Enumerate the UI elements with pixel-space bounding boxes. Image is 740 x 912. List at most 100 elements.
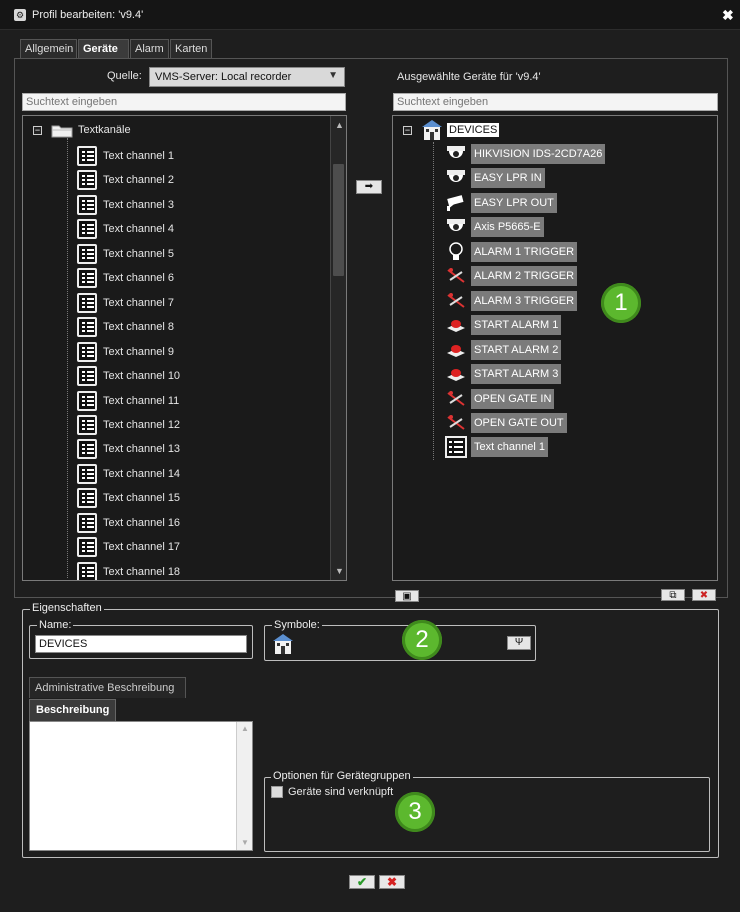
device-label: ALARM 2 TRIGGER	[471, 266, 578, 287]
left-search-input[interactable]	[22, 93, 346, 111]
collapse-toggle-icon[interactable]: −	[33, 126, 42, 135]
text-channel-icon	[77, 146, 97, 166]
tab-karten[interactable]: Karten	[170, 39, 212, 58]
text-channel-label: Text channel 18	[103, 565, 181, 578]
text-channel-row[interactable]: Text channel 11	[77, 389, 179, 413]
device-row[interactable]: Text channel 1	[445, 435, 548, 459]
text-channel-row[interactable]: Text channel 15	[77, 486, 180, 510]
checkmark-icon: ✔	[356, 875, 368, 889]
group-options-title: Optionen für Gerätegruppen	[271, 770, 413, 782]
add-group-button[interactable]: ▣	[395, 590, 419, 602]
text-channel-row[interactable]: Text channel 18	[77, 560, 181, 580]
text-channel-row[interactable]: Text channel 7	[77, 291, 174, 315]
callout-badge-2: 2	[402, 620, 442, 660]
text-channel-row[interactable]: Text channel 1	[77, 144, 174, 168]
description-scrollbar[interactable]: ▲ ▼	[236, 722, 252, 850]
text-channel-row[interactable]: Text channel 4	[77, 217, 174, 241]
source-select[interactable]: VMS-Server: Local recorder ▼	[149, 67, 345, 87]
symbol-label: Symbole:	[272, 619, 322, 631]
text-channel-row[interactable]: Text channel 8	[77, 315, 174, 339]
text-channel-label: Text channel 14	[103, 467, 181, 480]
building-symbol-icon[interactable]	[272, 633, 294, 655]
device-label: ALARM 3 TRIGGER	[471, 290, 578, 311]
text-channel-row[interactable]: Text channel 6	[77, 266, 174, 290]
tab-geraete[interactable]: Geräte	[78, 39, 129, 58]
text-channel-row[interactable]: Text channel 16	[77, 511, 180, 535]
text-channel-icon	[77, 292, 97, 313]
left-scroll-thumb[interactable]	[333, 164, 344, 276]
export-button[interactable]: ⧉	[661, 589, 685, 601]
device-row[interactable]: EASY LPR OUT	[445, 191, 557, 215]
device-row[interactable]: OPEN GATE OUT	[445, 411, 567, 435]
alarm-button-icon	[445, 363, 467, 385]
text-channel-icon	[77, 414, 97, 435]
description-textarea[interactable]	[29, 721, 253, 851]
left-tree-scrollbar[interactable]: ▲ ▼	[330, 116, 346, 580]
scroll-down-icon[interactable]: ▼	[335, 566, 344, 576]
arrow-right-icon: ➡	[364, 181, 374, 192]
callout-badge-1: 1	[601, 283, 641, 323]
device-row[interactable]: ALARM 1 TRIGGER	[445, 240, 578, 264]
lightbulb-icon	[445, 241, 467, 263]
disabled-relay-icon	[445, 290, 467, 312]
cancel-button[interactable]: ✖	[379, 875, 405, 889]
dropdown-icon: Ψ	[514, 637, 524, 648]
alarm-button-icon	[445, 339, 467, 361]
tab-allgemein[interactable]: Allgemein	[20, 39, 77, 58]
name-input[interactable]	[35, 635, 247, 653]
text-channel-row[interactable]: Text channel 13	[77, 437, 180, 461]
text-channel-label: Text channel 1	[103, 150, 174, 162]
text-channel-row[interactable]: Text channel 10	[77, 364, 180, 388]
scroll-up-icon[interactable]: ▲	[241, 724, 249, 733]
scroll-up-icon[interactable]: ▲	[335, 120, 344, 130]
scroll-down-icon[interactable]: ▼	[241, 838, 249, 847]
device-label: START ALARM 1	[471, 315, 562, 336]
device-row[interactable]: ALARM 3 TRIGGER	[445, 289, 578, 313]
device-label: EASY LPR OUT	[471, 192, 557, 213]
text-channel-row[interactable]: Text channel 12	[77, 413, 180, 437]
device-label: START ALARM 3	[471, 364, 562, 385]
devices-linked-checkbox[interactable]	[271, 786, 283, 798]
text-channel-icon	[77, 439, 97, 460]
tab-admin-description[interactable]: Administrative Beschreibung	[29, 677, 186, 698]
text-channel-icon	[77, 561, 97, 580]
text-channel-row[interactable]: Text channel 2	[77, 168, 174, 192]
device-row[interactable]: EASY LPR IN	[445, 166, 545, 190]
text-channel-row[interactable]: Text channel 14	[77, 462, 180, 486]
device-row[interactable]: START ALARM 1	[445, 313, 562, 337]
text-channel-icon	[77, 488, 97, 509]
folder-add-icon: ▣	[402, 591, 412, 602]
tree-root-devices[interactable]: DEVICES	[447, 123, 500, 137]
close-window-button[interactable]: ✖	[722, 7, 734, 24]
dome-camera-icon	[445, 167, 467, 189]
text-channel-icon	[77, 366, 97, 387]
tab-description[interactable]: Beschreibung	[29, 699, 116, 721]
folder-icon	[51, 123, 73, 138]
device-row[interactable]: ALARM 2 TRIGGER	[445, 264, 578, 288]
device-row[interactable]: HIKVISION IDS-2CD7A26	[445, 142, 606, 166]
device-row[interactable]: OPEN GATE IN	[445, 387, 555, 411]
collapse-toggle-icon[interactable]: −	[403, 126, 412, 135]
device-row[interactable]: START ALARM 2	[445, 338, 562, 362]
ok-button[interactable]: ✔	[349, 875, 375, 889]
callout-badge-3: 3	[395, 792, 435, 832]
device-row[interactable]: START ALARM 3	[445, 362, 562, 386]
move-to-selected-button[interactable]: ➡	[356, 180, 382, 194]
device-label: EASY LPR IN	[471, 168, 545, 189]
chevron-down-icon: ▼	[328, 70, 338, 81]
symbol-picker-button[interactable]: Ψ	[507, 636, 531, 650]
text-channel-row[interactable]: Text channel 5	[77, 242, 174, 266]
text-channel-label: Text channel 11	[103, 394, 180, 407]
right-search-input[interactable]	[393, 93, 718, 111]
text-channel-label: Text channel 15	[103, 492, 181, 505]
tree-root-label[interactable]: Textkanäle	[78, 124, 131, 136]
text-channel-row[interactable]: Text channel 17	[77, 535, 180, 559]
text-channel-label: Text channel 10	[103, 370, 181, 383]
text-channel-row[interactable]: Text channel 3	[77, 193, 174, 217]
tab-alarm[interactable]: Alarm	[130, 39, 169, 58]
text-channel-row[interactable]: Text channel 9	[77, 340, 174, 364]
source-tree[interactable]: − Textkanäle Text channel 1 Text channel …	[22, 115, 347, 581]
device-row[interactable]: Axis P5665-E	[445, 215, 544, 239]
remove-device-button[interactable]: ✖	[692, 589, 716, 601]
selected-devices-tree[interactable]: − DEVICES HIKVISION IDS-2CD7A26 EASY LPR …	[392, 115, 718, 581]
